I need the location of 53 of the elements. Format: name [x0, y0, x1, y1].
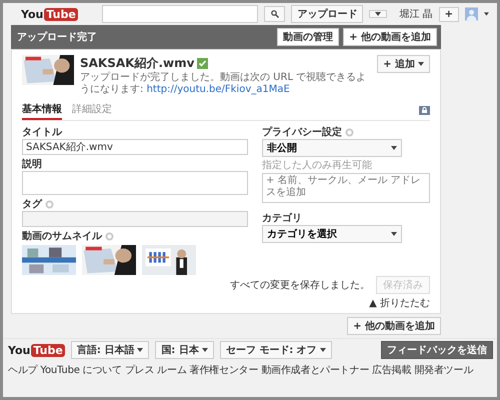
toolbar-button[interactable]: 動画の管理 — [277, 28, 340, 46]
upload-status-title: アップロード完了 — [17, 30, 98, 44]
privacy-dropdown[interactable]: 非公開 — [262, 139, 402, 157]
footer-link[interactable]: 動画作成者とパートナー — [261, 363, 370, 377]
field-label: タグ — [22, 198, 42, 211]
field-label: プライバシー設定 — [262, 125, 342, 139]
search-icon — [270, 10, 279, 18]
field-label: 説明 — [22, 158, 42, 171]
field-label: カテゴリ — [262, 212, 302, 225]
lock-icon[interactable] — [419, 106, 430, 114]
caret-icon — [320, 348, 326, 352]
field-label: タイトル — [22, 126, 62, 139]
share-field[interactable]: + 名前、サークル、メール アドレスを追加 — [262, 173, 430, 203]
description-field[interactable] — [22, 171, 248, 195]
caret-icon — [418, 62, 424, 66]
search-button[interactable] — [264, 6, 286, 22]
upload-button[interactable]: アップロード — [291, 5, 364, 23]
category-dropdown[interactable]: カテゴリを選択 — [262, 225, 402, 243]
feedback-button[interactable]: フィードバックを送信 — [381, 341, 493, 359]
toolbar-button[interactable]: + 他の動画を追加 — [343, 28, 437, 46]
footer-dropdown[interactable]: 国: 日本 — [155, 341, 214, 359]
caret-icon — [484, 12, 489, 16]
caret-icon — [391, 146, 397, 150]
caret-icon — [202, 348, 208, 352]
caret-icon — [375, 12, 382, 16]
tags-field[interactable] — [22, 211, 248, 227]
footer-dropdown[interactable]: セーフ モード: オフ — [220, 341, 332, 359]
caret-icon — [391, 232, 397, 236]
footer-link[interactable]: プレス ルーム — [124, 363, 187, 377]
upload-menu-button[interactable] — [369, 10, 388, 18]
video-file-name: SAKSAK紹介.wmv — [80, 55, 194, 72]
footer-link[interactable]: ヘルプ — [8, 363, 38, 377]
field-label: 動画のサムネイル — [22, 230, 102, 243]
user-name[interactable]: 堀江 晶 — [399, 7, 433, 21]
collapse-link[interactable]: ▲ 折りたたむ — [369, 298, 430, 309]
footer-link[interactable]: 著作権センター — [190, 363, 258, 377]
footer-link[interactable]: 開発者ツール — [414, 363, 474, 377]
search-field[interactable] — [102, 5, 258, 23]
tab[interactable]: 詳細設定 — [72, 100, 112, 120]
add-button[interactable]: + 追加 — [377, 55, 430, 73]
footer-link[interactable]: 広告掲載 — [372, 363, 412, 377]
tab[interactable]: 基本情報 — [22, 100, 62, 120]
check-icon — [197, 58, 208, 69]
footer-link[interactable]: YouTube について — [40, 363, 122, 377]
share-button[interactable]: + — [438, 6, 460, 22]
upload-message: アップロードが完了しました。動画は次の URL で視聴できるようになります: http://youtu.be/Fkiov_a1MaE — [80, 72, 368, 96]
title-field[interactable]: SAKSAK紹介.wmv — [22, 139, 248, 155]
footer-dropdown[interactable]: 言語: 日本語 — [70, 341, 150, 359]
privacy-note: 指定した人のみ再生可能 — [262, 158, 373, 172]
video-link[interactable]: http://youtu.be/Fkiov_a1MaE — [146, 84, 290, 95]
save-status: すべての変更を保存しました。 — [230, 278, 370, 292]
caret-icon — [137, 348, 144, 352]
add-video-button[interactable]: + 他の動画を追加 — [347, 317, 441, 335]
